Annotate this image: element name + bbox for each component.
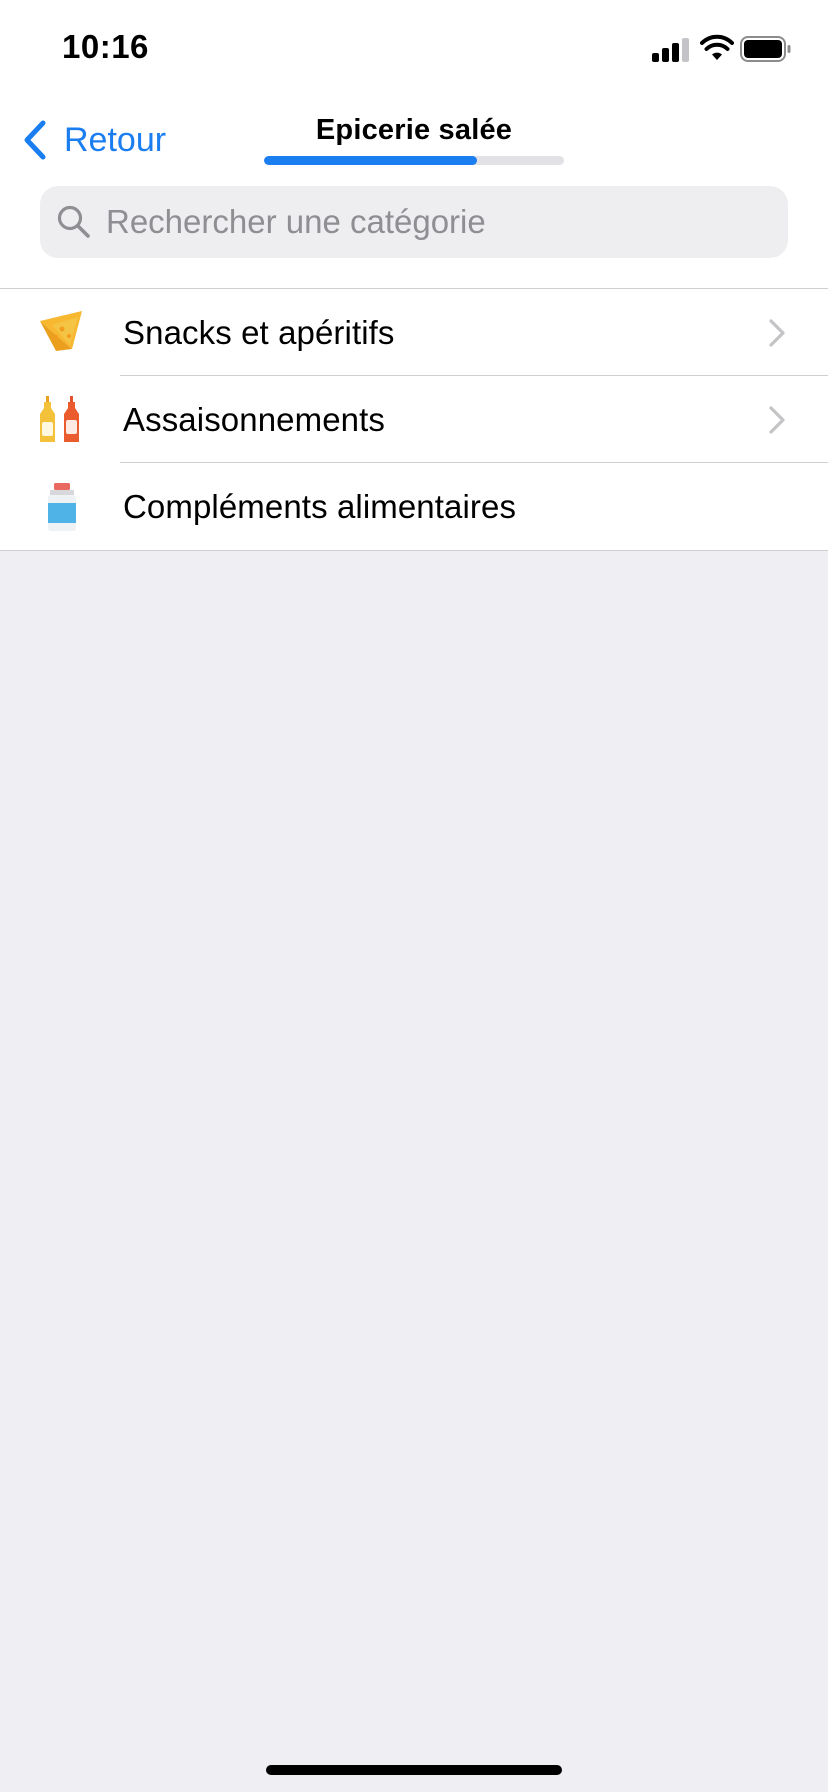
battery-icon — [740, 36, 791, 62]
list-item-assaisonnements[interactable]: Assaisonnements — [0, 376, 828, 463]
back-label: Retour — [64, 120, 167, 159]
search-bar[interactable] — [40, 186, 788, 258]
chevron-right-icon — [769, 406, 785, 434]
nacho-chip-icon — [40, 311, 82, 351]
wifi-icon — [700, 34, 734, 60]
progress-bar — [264, 156, 564, 165]
search-input[interactable] — [104, 202, 768, 242]
category-list: Snacks et apéritifs Assaisonnements Comp… — [0, 288, 828, 551]
magnifying-glass-icon — [57, 205, 90, 238]
supplement-bottle-icon — [48, 483, 76, 531]
list-item-label: Snacks et apéritifs — [123, 313, 395, 351]
back-button[interactable]: Retour — [22, 118, 166, 162]
list-item-label: Compléments alimentaires — [123, 487, 517, 525]
status-time: 10:16 — [62, 28, 149, 65]
list-item-complements[interactable]: Compléments alimentaires — [0, 463, 828, 550]
condiment-bottles-icon — [40, 396, 79, 442]
page-title: Epicerie salée — [315, 114, 513, 146]
header-area: 10:16 Retour Epicerie salée — [0, 0, 828, 288]
home-indicator — [266, 1765, 562, 1775]
chevron-right-icon — [769, 319, 785, 347]
chevron-left-icon — [24, 120, 46, 160]
progress-fill — [264, 156, 477, 165]
list-item-label: Assaisonnements — [123, 400, 385, 438]
cellular-signal-icon — [652, 38, 690, 62]
list-item-snacks[interactable]: Snacks et apéritifs — [0, 289, 828, 376]
